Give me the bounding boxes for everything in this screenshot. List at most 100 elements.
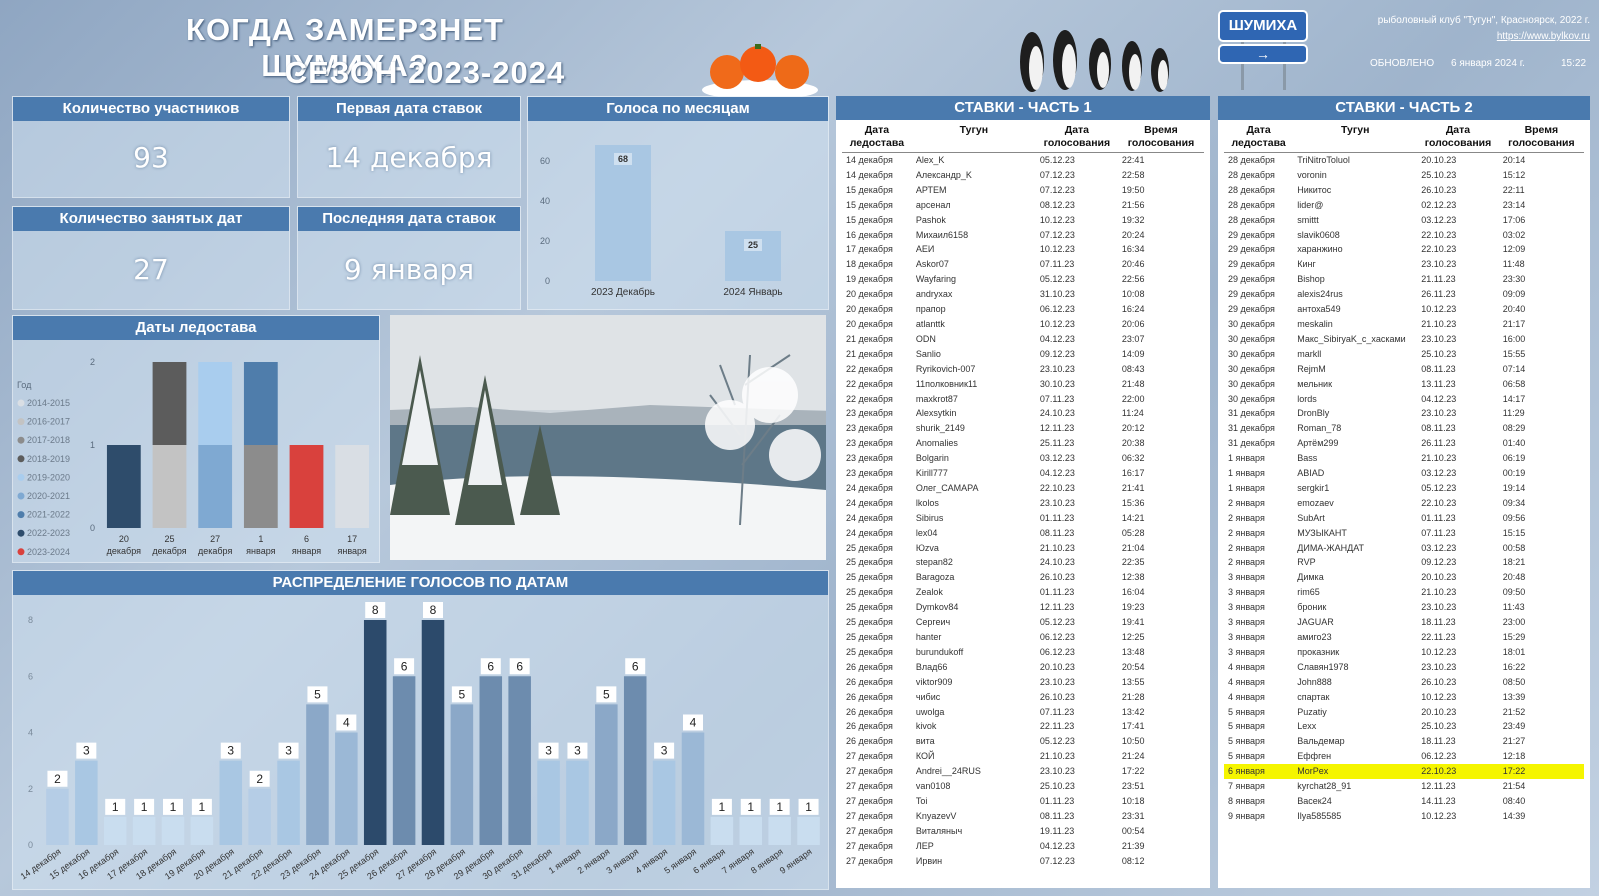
bets-part1-cell: Wayfaring xyxy=(915,274,957,285)
freeze-dates-chart: Год 2014-2015 2016-2017 2017-2018 2018-2019 2… xyxy=(17,357,370,557)
bets-part1-cell: АЕИ xyxy=(915,244,935,255)
bets-part1-cell: 06:32 xyxy=(1121,453,1145,464)
bets-part1-cell: Bolgarin xyxy=(915,453,949,464)
bets-part1-cell: 26 декабря xyxy=(846,661,893,672)
bets-part2-row: 30 декабря meskalin 21.10.23 21:17 xyxy=(1224,317,1584,332)
bets-part1-column-header[interactable]: Дата голосования xyxy=(1035,122,1118,153)
bets-part2-cell: slavik0608 xyxy=(1297,229,1340,240)
bets-part1-column-header[interactable]: Дата ледостава xyxy=(842,122,912,153)
bets-part2-cell: 22:11 xyxy=(1502,184,1525,195)
bets-part1-cell: 27 декабря xyxy=(846,840,893,851)
bets-part1-column-header[interactable]: Время голосования xyxy=(1117,122,1204,153)
bets-part1-cell: 08.11.23 xyxy=(1039,810,1075,821)
bets-part2-cell: 19:14 xyxy=(1502,482,1526,493)
data-label: 1 xyxy=(112,800,119,814)
legend-marker xyxy=(17,511,25,519)
bets-part1-cell: 08:43 xyxy=(1121,363,1145,374)
bets-part1-cell: 25 декабря xyxy=(846,587,893,598)
bets-part1-column-header[interactable]: Тугун xyxy=(911,122,1036,153)
bets-part2-row: 30 декабря lords 04.12.23 14:17 xyxy=(1224,392,1584,407)
bar-segment xyxy=(152,362,187,445)
bets-part2-cell: 05.12.23 xyxy=(1421,482,1457,493)
bets-part2-column-header[interactable]: Время голосования xyxy=(1498,122,1584,153)
bets-part2-cell: 03.12.23 xyxy=(1421,214,1457,225)
bets-part2-cell: 21.11.23 xyxy=(1421,274,1456,285)
bets-part2-cell: 2 января xyxy=(1228,557,1265,568)
data-label: 4 xyxy=(690,716,697,730)
bets-part2-cell: 21.10.23 xyxy=(1421,587,1457,598)
bets-part1-cell: 23.10.23 xyxy=(1039,363,1075,374)
bets-part2-cell: 09:34 xyxy=(1502,497,1526,508)
bets-part2-cell: 2 января xyxy=(1228,527,1265,538)
kpi-last-date-label: Последняя дата ставок xyxy=(298,207,520,231)
bets-part2-row: 5 января Lexx 25.10.23 23:49 xyxy=(1224,719,1584,734)
bets-part2-row: 7 января kyrchat28_91 12.11.23 21:54 xyxy=(1224,779,1584,794)
bar-segment xyxy=(198,362,233,445)
bets-part1-cell: 15 декабря xyxy=(846,199,893,210)
bets-part2-cell: 30 декабря xyxy=(1228,363,1275,374)
bets-part1-cell: kivok xyxy=(915,721,937,732)
bar xyxy=(652,760,676,845)
bets-part1-cell: viktor909 xyxy=(915,676,953,687)
bets-part1-cell: 06.12.23 xyxy=(1039,304,1075,315)
bets-part1-row: 20 декабря прапор 06.12.23 16:24 xyxy=(842,302,1204,317)
y-tick-label: 8 xyxy=(28,615,33,625)
bets-part1-row: 24 декабря lkolos 23.10.23 15:36 xyxy=(842,496,1204,511)
bets-part2-column-header[interactable]: Дата голосования xyxy=(1417,122,1499,153)
bets-part1-cell: 05.12.23 xyxy=(1039,155,1075,165)
bar xyxy=(421,620,445,845)
kpi-last-date-value: 9 января xyxy=(343,253,475,286)
bets-part2-column-header[interactable]: Тугун xyxy=(1293,122,1418,153)
x-tick-label: 2023 Декабрь xyxy=(591,286,655,298)
legend-marker xyxy=(17,529,25,537)
bets-part2-cell: 1 января xyxy=(1228,468,1265,479)
bets-part1-cell: 27 декабря xyxy=(846,781,893,792)
y-tick-label: 20 xyxy=(540,236,550,246)
bets-part2-row: 29 декабря Bishop 21.11.23 23:30 xyxy=(1224,272,1584,287)
vote-distribution-title: РАСПРЕДЕЛЕНИЕ ГОЛОСОВ ПО ДАТАМ xyxy=(13,571,828,595)
bets-part2-cell: 23:14 xyxy=(1502,199,1526,210)
bets-part1-row: 18 декабря Askor07 07.11.23 20:46 xyxy=(842,257,1204,272)
x-tick-label: декабря xyxy=(107,546,141,556)
bets-part2-cell: markll xyxy=(1297,348,1322,359)
kpi-dates-taken-value: 27 xyxy=(133,253,169,286)
bets-part2-row: 8 января Васек24 14.11.23 08:40 xyxy=(1224,794,1584,809)
bets-part1-cell: КОЙ xyxy=(915,751,935,762)
bar xyxy=(75,760,98,845)
bets-part2-cell: 26.11.23 xyxy=(1421,289,1456,300)
club-link[interactable]: https://www.bylkov.ru xyxy=(1450,31,1590,42)
data-label: 1 xyxy=(776,800,783,814)
bets-part2-cell: 15:29 xyxy=(1502,632,1526,642)
bets-part1-cell: 24 декабря xyxy=(846,482,893,493)
bar xyxy=(566,760,589,845)
bets-part1-cell: 21 декабря xyxy=(846,348,893,359)
bets-part2-cell: 2 января xyxy=(1228,512,1265,523)
data-label: 5 xyxy=(459,687,466,701)
bets-part2-row: 5 января Еффген 06.12.23 12:18 xyxy=(1224,749,1584,764)
kpi-last-date: Последняя дата ставок 9 января xyxy=(297,206,521,310)
bets-part2-cell: 09:09 xyxy=(1502,289,1526,300)
bets-part1-cell: shurik_2149 xyxy=(915,423,965,434)
bets-part1-cell: 23 декабря xyxy=(846,468,893,479)
bets-part1-cell: 22 декабря xyxy=(846,393,893,404)
bets-part1-cell: Dymkov84 xyxy=(915,602,959,613)
bets-part1-cell: 15:36 xyxy=(1121,497,1145,508)
bets-part1-cell: burundukoff xyxy=(915,646,964,657)
bets-part1-cell: 07.11.23 xyxy=(1039,706,1075,717)
bets-part2-row: 1 января ABIAD 03.12.23 00:19 xyxy=(1224,466,1584,481)
bets-part1-cell: АРТЕМ xyxy=(915,184,947,195)
bets-part2-cell: 11:43 xyxy=(1502,602,1525,613)
bets-part2-cell: 22.10.23 xyxy=(1421,229,1457,240)
bets-part2-cell: Еффген xyxy=(1297,751,1332,762)
bets-part2-cell: 23.10.23 xyxy=(1421,661,1457,672)
bets-part1-cell: 19 декабря xyxy=(846,274,893,285)
bets-part1-cell: 17 декабря xyxy=(846,244,893,255)
bets-part1-cell: Сергеич xyxy=(915,617,951,628)
bets-part1-cell: 26 декабря xyxy=(846,691,893,702)
freeze-dates-title: Даты ледостава xyxy=(13,316,379,340)
data-label: 1 xyxy=(719,800,726,814)
bets-part2-cell: 23.10.23 xyxy=(1421,333,1457,344)
bets-part1-cell: 08.12.23 xyxy=(1039,199,1075,210)
bets-part1-cell: van0108 xyxy=(915,781,951,792)
bets-part2-column-header[interactable]: Дата ледостава xyxy=(1224,122,1294,153)
